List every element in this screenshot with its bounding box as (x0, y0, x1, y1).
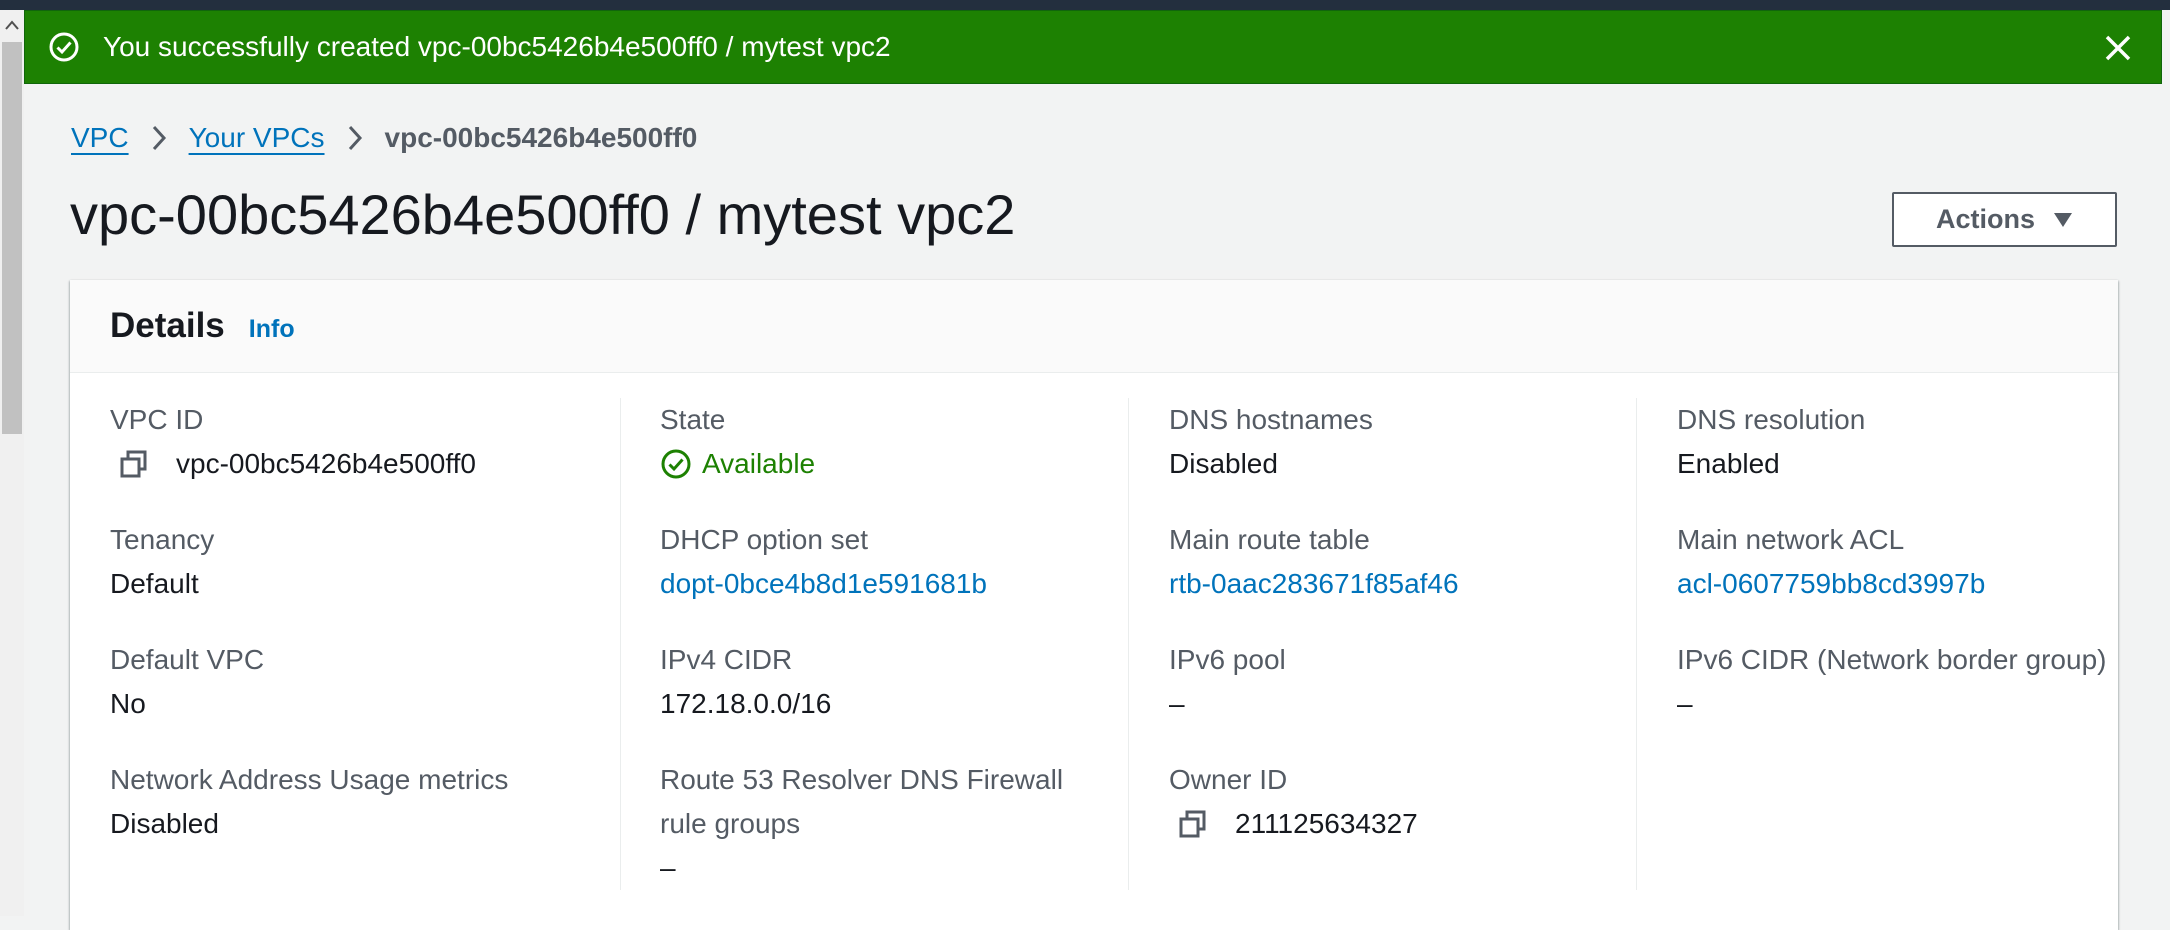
field-label: Tenancy (110, 524, 215, 555)
field-label: Network Address Usage metrics (110, 764, 509, 795)
field-label: IPv4 CIDR (660, 644, 793, 675)
close-icon[interactable] (2101, 31, 2135, 65)
field-label: Route 53 Resolver DNS Firewall rule grou… (660, 764, 1064, 839)
details-column-4: DNS resolution Enabled Main network ACL … (1636, 398, 2144, 890)
field-owner-id: Owner ID 211125634327 (1169, 758, 1636, 878)
field-label: VPC ID (110, 404, 204, 435)
details-column-1: VPC ID vpc-00bc5426b4e500ff0 Tenancy Def… (110, 398, 618, 890)
chevron-right-icon (151, 125, 167, 151)
field-value: No (110, 688, 146, 719)
details-column-2: State Available DHCP option set dopt-0bc… (620, 398, 1128, 890)
field-state: State Available (660, 398, 1128, 518)
field-ipv6-cidr: IPv6 CIDR (Network border group) – (1677, 638, 2144, 758)
field-network-address-usage-metrics: Network Address Usage metrics Disabled (110, 758, 618, 878)
copy-icon[interactable] (116, 446, 152, 482)
success-flashbar: You successfully created vpc-00bc5426b4e… (24, 10, 2162, 84)
field-label: Main network ACL (1677, 524, 1905, 555)
status-success-icon (660, 448, 692, 480)
field-value-row: vpc-00bc5426b4e500ff0 (110, 442, 618, 486)
main-route-table-link[interactable]: rtb-0aac283671f85af46 (1169, 562, 1636, 606)
field-label: DNS hostnames (1169, 404, 1373, 435)
field-value: Disabled (1169, 448, 1278, 479)
field-label: DNS resolution (1677, 404, 1866, 435)
field-main-route-table: Main route table rtb-0aac283671f85af46 (1169, 518, 1636, 638)
details-column-3: DNS hostnames Disabled Main route table … (1128, 398, 1636, 890)
field-value: Disabled (110, 808, 219, 839)
field-value: vpc-00bc5426b4e500ff0 (176, 448, 476, 479)
status-text: Available (702, 448, 816, 479)
copy-icon[interactable] (1175, 806, 1211, 842)
page-title: vpc-00bc5426b4e500ff0 / mytest vpc2 (70, 183, 1016, 246)
details-grid: VPC ID vpc-00bc5426b4e500ff0 Tenancy Def… (70, 398, 2118, 930)
field-vpc-id: VPC ID vpc-00bc5426b4e500ff0 (110, 398, 618, 518)
field-value: Enabled (1677, 448, 1780, 479)
breadcrumb-current: vpc-00bc5426b4e500ff0 (384, 122, 698, 153)
field-label: IPv6 CIDR (Network border group) (1677, 644, 2107, 675)
top-navigation-strip (0, 0, 2170, 10)
field-tenancy: Tenancy Default (110, 518, 618, 638)
chevron-right-icon (347, 125, 363, 151)
breadcrumb-link-your-vpcs[interactable]: Your VPCs (189, 122, 325, 154)
field-label: Owner ID (1169, 764, 1288, 795)
field-ipv6-pool: IPv6 pool – (1169, 638, 1636, 758)
field-value: – (1169, 688, 1185, 719)
details-panel: Details Info VPC ID vpc-00bc5426b4e500ff… (70, 280, 2118, 930)
main-network-acl-link[interactable]: acl-0607759bb8cd3997b (1677, 562, 2144, 606)
scrollbar-thumb[interactable] (2, 42, 22, 434)
field-value-row: 211125634327 (1169, 802, 1636, 846)
actions-button[interactable]: Actions (1892, 192, 2117, 247)
field-label: Default VPC (110, 644, 265, 675)
field-dns-hostnames: DNS hostnames Disabled (1169, 398, 1636, 518)
field-value: 211125634327 (1235, 808, 1418, 839)
field-ipv4-cidr: IPv4 CIDR 172.18.0.0/16 (660, 638, 1128, 758)
breadcrumb: VPC Your VPCs vpc-00bc5426b4e500ff0 (71, 118, 697, 158)
field-main-network-acl: Main network ACL acl-0607759bb8cd3997b (1677, 518, 2144, 638)
field-default-vpc: Default VPC No (110, 638, 618, 758)
flash-message: You successfully created vpc-00bc5426b4e… (103, 31, 891, 62)
dhcp-option-set-link[interactable]: dopt-0bce4b8d1e591681b (660, 562, 1128, 606)
details-title: Details (110, 306, 225, 345)
field-route53-resolver-dns-firewall: Route 53 Resolver DNS Firewall rule grou… (660, 758, 1128, 883)
scroll-up-icon[interactable] (0, 10, 24, 40)
info-link[interactable]: Info (249, 315, 295, 344)
field-dns-resolution: DNS resolution Enabled (1677, 398, 2144, 518)
field-label: State (660, 404, 726, 435)
actions-button-label: Actions (1935, 204, 2035, 234)
field-label: Main route table (1169, 524, 1370, 555)
field-dhcp-option-set: DHCP option set dopt-0bce4b8d1e591681b (660, 518, 1128, 638)
field-value: – (660, 852, 676, 883)
field-label: IPv6 pool (1169, 644, 1286, 675)
caret-down-icon (2053, 212, 2073, 228)
check-circle-icon (47, 30, 81, 64)
details-panel-header: Details Info (70, 280, 2118, 373)
breadcrumb-link-vpc[interactable]: VPC (71, 122, 129, 154)
field-value: – (1677, 688, 1693, 719)
field-value: Default (110, 568, 199, 599)
field-label: DHCP option set (660, 524, 869, 555)
status-indicator: Available (660, 442, 1128, 486)
field-value: 172.18.0.0/16 (660, 688, 832, 719)
